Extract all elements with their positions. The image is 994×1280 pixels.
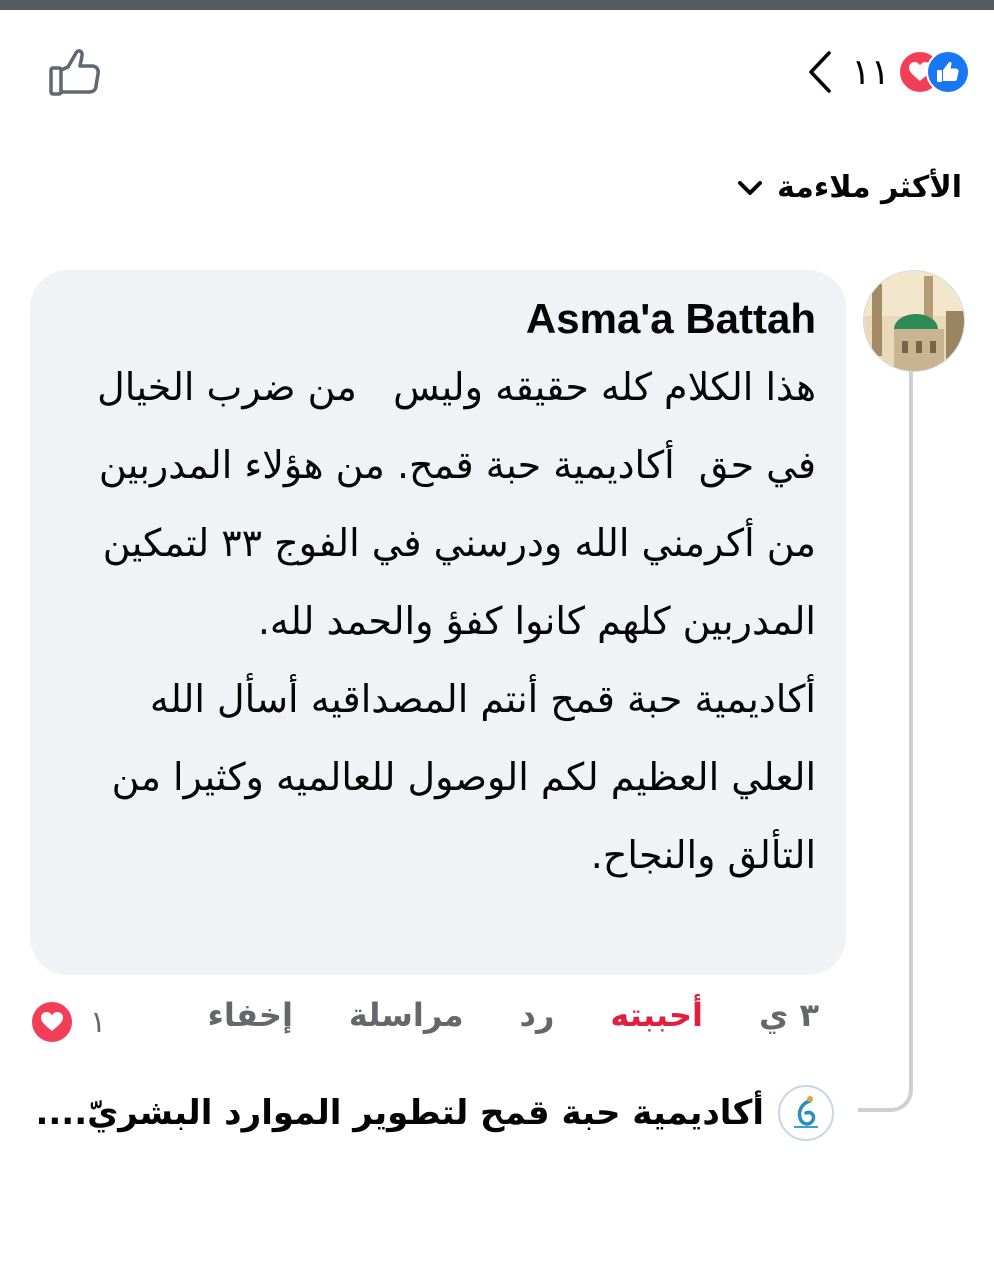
comment-reaction-badge[interactable]: ١ (30, 1000, 106, 1044)
comment-author[interactable]: Asma'a Battah (70, 292, 816, 346)
like-button[interactable] (48, 48, 104, 98)
like-reaction-icon (926, 50, 970, 94)
reply-action[interactable]: رد (520, 996, 555, 1034)
love-reaction-icon (30, 1000, 74, 1044)
comment-actions: ٣ ي أحببته رد مراسلة إخفاء (207, 996, 819, 1034)
reply-preview[interactable]: أكاديمية حبة قمح لتطوير الموارد البشريّ.… (35, 1085, 834, 1141)
message-action[interactable]: مراسلة (349, 996, 464, 1034)
status-bar (0, 0, 994, 10)
comment-text: هذا الكلام كله حقيقه وليس من ضرب الخيال … (97, 365, 816, 877)
reply-preview-text: أكاديمية حبة قمح لتطوير الموارد البشريّ.… (35, 1093, 764, 1133)
hide-action[interactable]: إخفاء (207, 996, 292, 1034)
academy-logo-icon (781, 1088, 831, 1138)
like-action[interactable]: أحببته (610, 996, 703, 1034)
page-logo (778, 1085, 834, 1141)
avatar-mosque-image (864, 271, 964, 371)
reactions-count: ١١ (851, 51, 890, 93)
sort-dropdown[interactable]: الأكثر ملاءمة (737, 170, 962, 205)
comment-reaction-count: ١ (90, 1004, 107, 1040)
chevron-down-icon (738, 180, 763, 195)
chevron-left-icon[interactable] (805, 49, 835, 95)
thread-connector-line (858, 370, 913, 1112)
reaction-icons (898, 50, 970, 94)
comment-time[interactable]: ٣ ي (759, 996, 819, 1034)
sort-label: الأكثر ملاءمة (777, 170, 962, 205)
thumbs-up-outline-icon (49, 49, 100, 96)
reactions-summary[interactable]: ١١ (805, 44, 970, 100)
comment-bubble: Asma'a Battah هذا الكلام كله حقيقه وليس … (30, 270, 846, 975)
avatar[interactable] (863, 270, 965, 372)
